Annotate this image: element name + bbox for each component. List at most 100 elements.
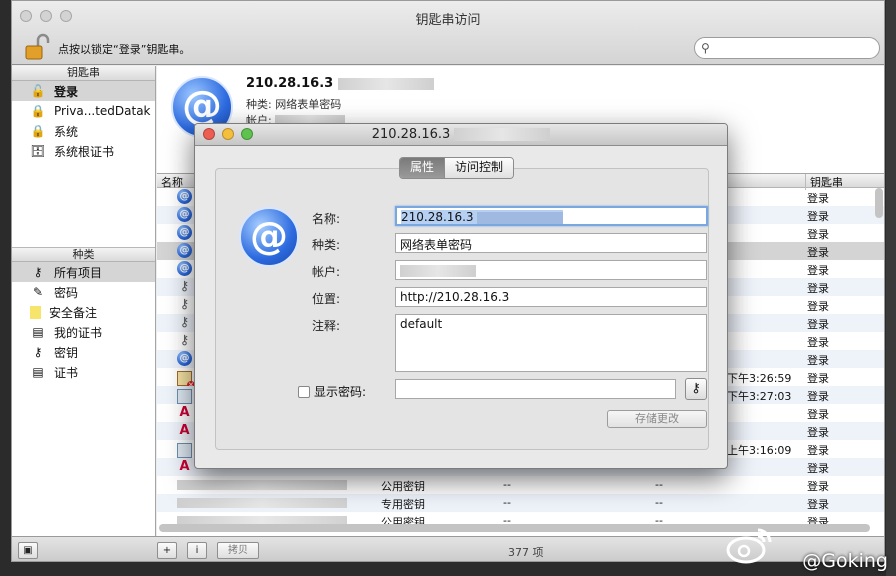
key-icon[interactable]: ⚷ <box>685 378 707 400</box>
add-item-button[interactable]: + <box>157 542 177 559</box>
vertical-scrollbar[interactable] <box>875 188 883 218</box>
item-count: 377 项 <box>508 546 544 559</box>
row-created: -- <box>655 496 663 509</box>
row-keychain: 登录 <box>807 426 829 439</box>
dialog-title: 210.28.16.3 <box>195 127 727 142</box>
row-keychain: 登录 <box>807 444 829 457</box>
window-title: 钥匙串访问 <box>415 13 481 28</box>
sidebar-item-label: 证书 <box>54 365 79 380</box>
sidebar-item-label: 系统根证书 <box>54 144 115 159</box>
key-icon: ⚷ <box>179 315 190 330</box>
sidebar-item-certs[interactable]: ▤ 证书 <box>12 362 155 382</box>
lock-open-icon[interactable] <box>24 33 50 61</box>
tab-attributes[interactable]: 属性 <box>400 158 445 178</box>
sidebar-item-label: 密码 <box>54 285 79 300</box>
row-keychain: 登录 <box>807 300 829 313</box>
sidebar-item-label: Priva...tedDatak <box>54 104 151 118</box>
internet-password-icon: @ <box>177 225 192 240</box>
info-button[interactable]: i <box>187 542 207 559</box>
sidebar-item-login[interactable]: 🔓 登录 <box>12 81 155 101</box>
row-date: 下午3:26:59 <box>727 372 792 385</box>
toggle-sidebar-button[interactable]: ▣ <box>18 542 38 559</box>
show-password-label: 显示密码: <box>314 385 367 399</box>
row-modified: -- <box>503 496 511 509</box>
redacted-name <box>177 498 347 508</box>
sidebar-item-label: 密钥 <box>54 345 79 360</box>
lock-icon: 🔒 <box>30 124 46 138</box>
row-keychain: 登录 <box>807 354 829 367</box>
dialog-titlebar: 210.28.16.3 <box>195 124 727 146</box>
row-keychain: 登录 <box>807 264 829 277</box>
comments-label: 注释: <box>311 319 340 333</box>
row-keychain: 登录 <box>807 282 829 295</box>
keychains-header: 钥匙串 <box>12 66 155 81</box>
lock-icon: 🔒 <box>30 104 46 118</box>
row-keychain: 登录 <box>807 408 829 421</box>
row-kind: 公用密钥 <box>381 480 425 493</box>
attributes-panel: @ 名称: 210.28.16.3 种类: 网络表单密码 帐户: 位置: htt… <box>215 168 709 450</box>
password-field[interactable] <box>395 379 676 399</box>
internet-password-icon: @ <box>177 261 192 276</box>
weibo-logo-icon <box>726 528 772 564</box>
copy-button[interactable]: 拷贝 <box>217 542 259 559</box>
row-kind: 专用密钥 <box>381 498 425 511</box>
key-icon: ⚷ <box>33 345 43 359</box>
row-keychain: 登录 <box>807 480 829 493</box>
name-label: 名称: <box>311 212 340 226</box>
row-created: -- <box>655 478 663 491</box>
sidebar-item-system[interactable]: 🔒 系统 <box>12 121 155 141</box>
sidebar-item-label: 所有项目 <box>54 265 103 280</box>
sidebar-item-my-certs[interactable]: ▤ 我的证书 <box>12 322 155 342</box>
app-password-icon: A <box>179 423 190 438</box>
watermark-text: @Goking <box>802 550 888 572</box>
row-keychain: 登录 <box>807 336 829 349</box>
search-icon: ⚲ <box>701 41 710 55</box>
table-row[interactable]: 专用密钥 -- -- 登录 <box>157 494 884 512</box>
key-icon: ⚷ <box>179 297 190 312</box>
key-icon: ⚷ <box>179 279 190 294</box>
search-input[interactable]: ⚲ <box>694 37 880 59</box>
name-field[interactable]: 210.28.16.3 <box>395 206 708 226</box>
cabinet-icon: 🗄 <box>30 144 46 158</box>
categories-header: 种类 <box>12 247 155 262</box>
preview-name: 210.28.16.3 <box>246 76 434 91</box>
sidebar-item-label: 登录 <box>54 84 79 99</box>
sidebar-item-passwords[interactable]: ✎ 密码 <box>12 282 155 302</box>
sidebar-item-keys[interactable]: ⚷ 密钥 <box>12 342 155 362</box>
sidebar-item-secure-notes[interactable]: 安全备注 <box>12 302 155 322</box>
cert-icon <box>177 443 192 458</box>
comments-field[interactable]: default <box>395 314 707 372</box>
row-keychain: 登录 <box>807 462 829 475</box>
checkbox-box[interactable] <box>298 385 310 398</box>
internet-password-icon: @ <box>177 243 192 258</box>
password-icon: ✎ <box>32 285 44 299</box>
kind-field[interactable]: 网络表单密码 <box>395 233 707 253</box>
row-date: 下午3:27:03 <box>727 390 792 403</box>
show-password-checkbox[interactable]: 显示密码: <box>298 383 366 400</box>
row-keychain: 登录 <box>807 246 829 259</box>
sidebar-item-all-items[interactable]: ⚷ 所有项目 <box>12 262 155 282</box>
save-changes-button[interactable]: 存储更改 <box>607 410 707 428</box>
sidebar-item-system-roots[interactable]: 🗄 系统根证书 <box>12 141 155 161</box>
row-keychain: 登录 <box>807 228 829 241</box>
item-info-dialog: 210.28.16.3 属性 访问控制 @ 名称: 210.28.16.3 种类… <box>194 123 728 469</box>
row-date: 上午3:16:09 <box>727 444 792 457</box>
my-cert-icon: ▤ <box>32 325 44 339</box>
account-field[interactable] <box>395 260 707 280</box>
sidebar-item-private[interactable]: 🔒 Priva...tedDatak <box>12 101 155 121</box>
account-label: 帐户: <box>311 265 340 279</box>
row-keychain: 登录 <box>807 498 829 511</box>
internet-password-icon: @ <box>177 207 192 222</box>
tab-access-control[interactable]: 访问控制 <box>444 158 514 178</box>
internet-password-icon: @ <box>177 351 192 366</box>
table-row[interactable]: 公用密钥 -- -- 登录 <box>157 476 884 494</box>
note-icon <box>30 305 41 319</box>
cert-icon <box>177 389 192 404</box>
where-field[interactable]: http://210.28.16.3 <box>395 287 707 307</box>
sidebar-item-label: 安全备注 <box>49 305 98 320</box>
preview-kind: 种类: 网络表单密码 <box>246 98 342 111</box>
internet-password-icon: @ <box>239 207 299 267</box>
internet-password-icon: @ <box>177 189 192 204</box>
kind-label: 种类: <box>311 238 340 252</box>
row-modified: -- <box>503 478 511 491</box>
